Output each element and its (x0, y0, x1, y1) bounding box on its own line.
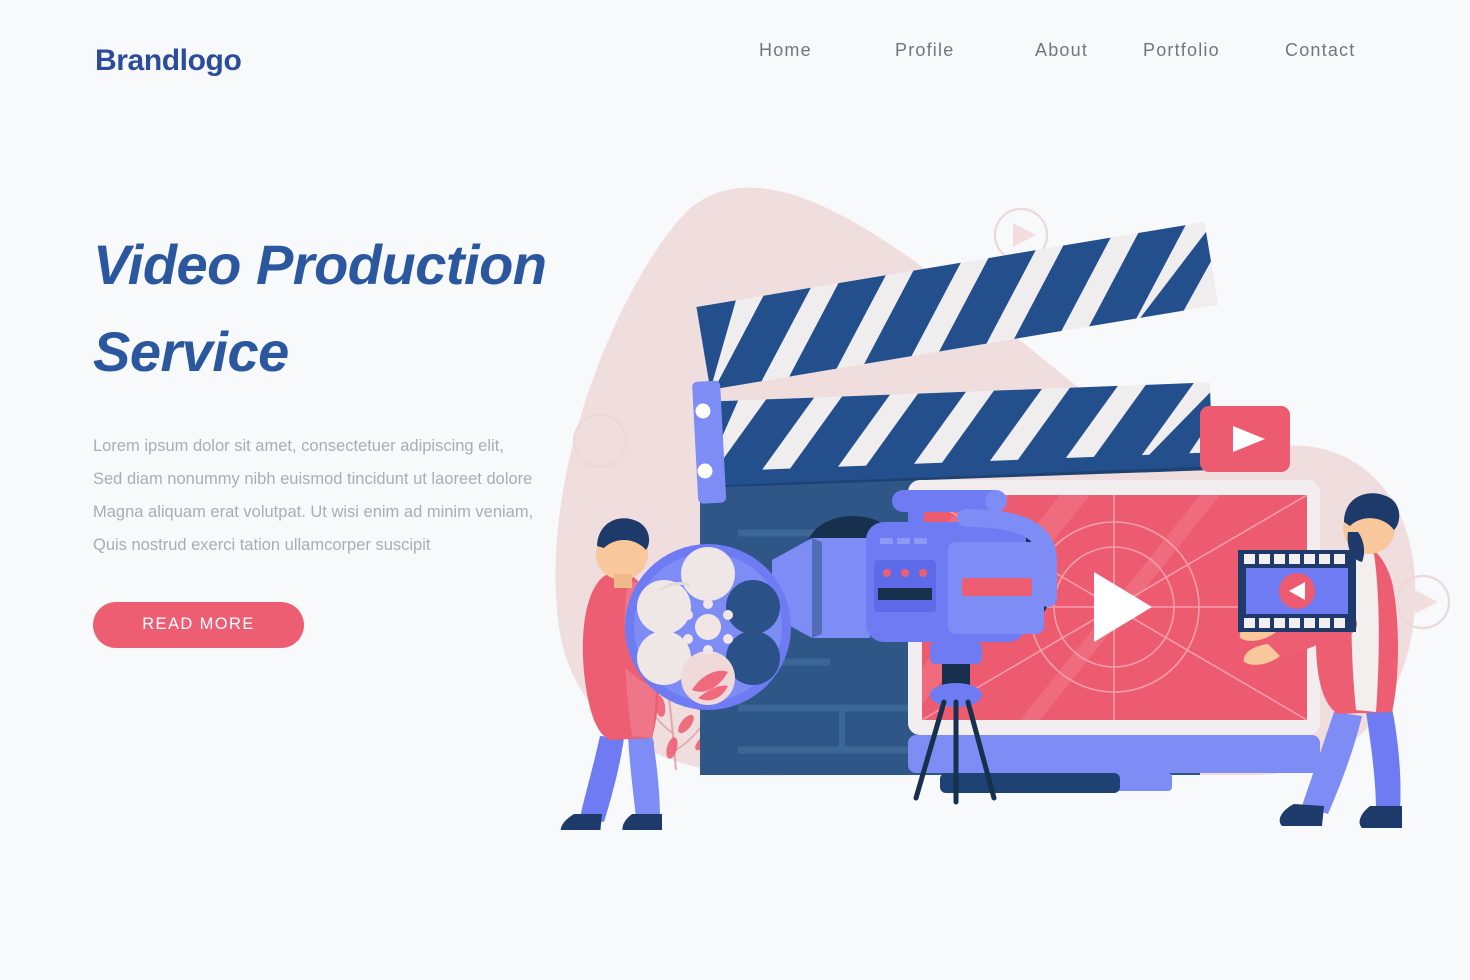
hero-paragraph-line: Lorem ipsum dolor sit amet, consectetuer… (93, 436, 504, 455)
brand-logo[interactable]: Brandlogo (95, 44, 242, 78)
nav-item-profile[interactable]: Profile (895, 40, 954, 61)
film-strip (1238, 550, 1356, 632)
youtube-play-badge[interactable] (1200, 406, 1290, 472)
nav-item-portfolio[interactable]: Portfolio (1143, 40, 1220, 61)
main-navigation: Home Profile About Portfolio Contact (745, 40, 1395, 70)
page-title-line-2: Service (93, 319, 289, 383)
nav-item-home[interactable]: Home (759, 40, 812, 61)
nav-item-about[interactable]: About (1035, 40, 1088, 61)
film-reel (625, 544, 791, 710)
hero-paragraph-line: Magna aliquam erat volutpat. Ut wisi eni… (93, 502, 534, 521)
hero-illustration (500, 150, 1470, 830)
video-production-illustration (555, 187, 1451, 830)
hero-paragraph-line: Sed diam nonummy nibh euismod tincidunt … (93, 469, 533, 488)
site-header: Brandlogo Home Profile About Portfolio C… (0, 0, 1470, 108)
hero-paragraph-line: Quis nostrud exerci tation ullamcorper s… (93, 535, 431, 554)
nav-item-contact[interactable]: Contact (1285, 40, 1355, 61)
landing-page: Brandlogo Home Profile About Portfolio C… (0, 0, 1470, 980)
read-more-button[interactable]: READ MORE (93, 601, 304, 648)
hero-paragraph: Lorem ipsum dolor sit amet, consectetuer… (93, 430, 553, 562)
page-title-line-1: Video Production (93, 233, 547, 296)
